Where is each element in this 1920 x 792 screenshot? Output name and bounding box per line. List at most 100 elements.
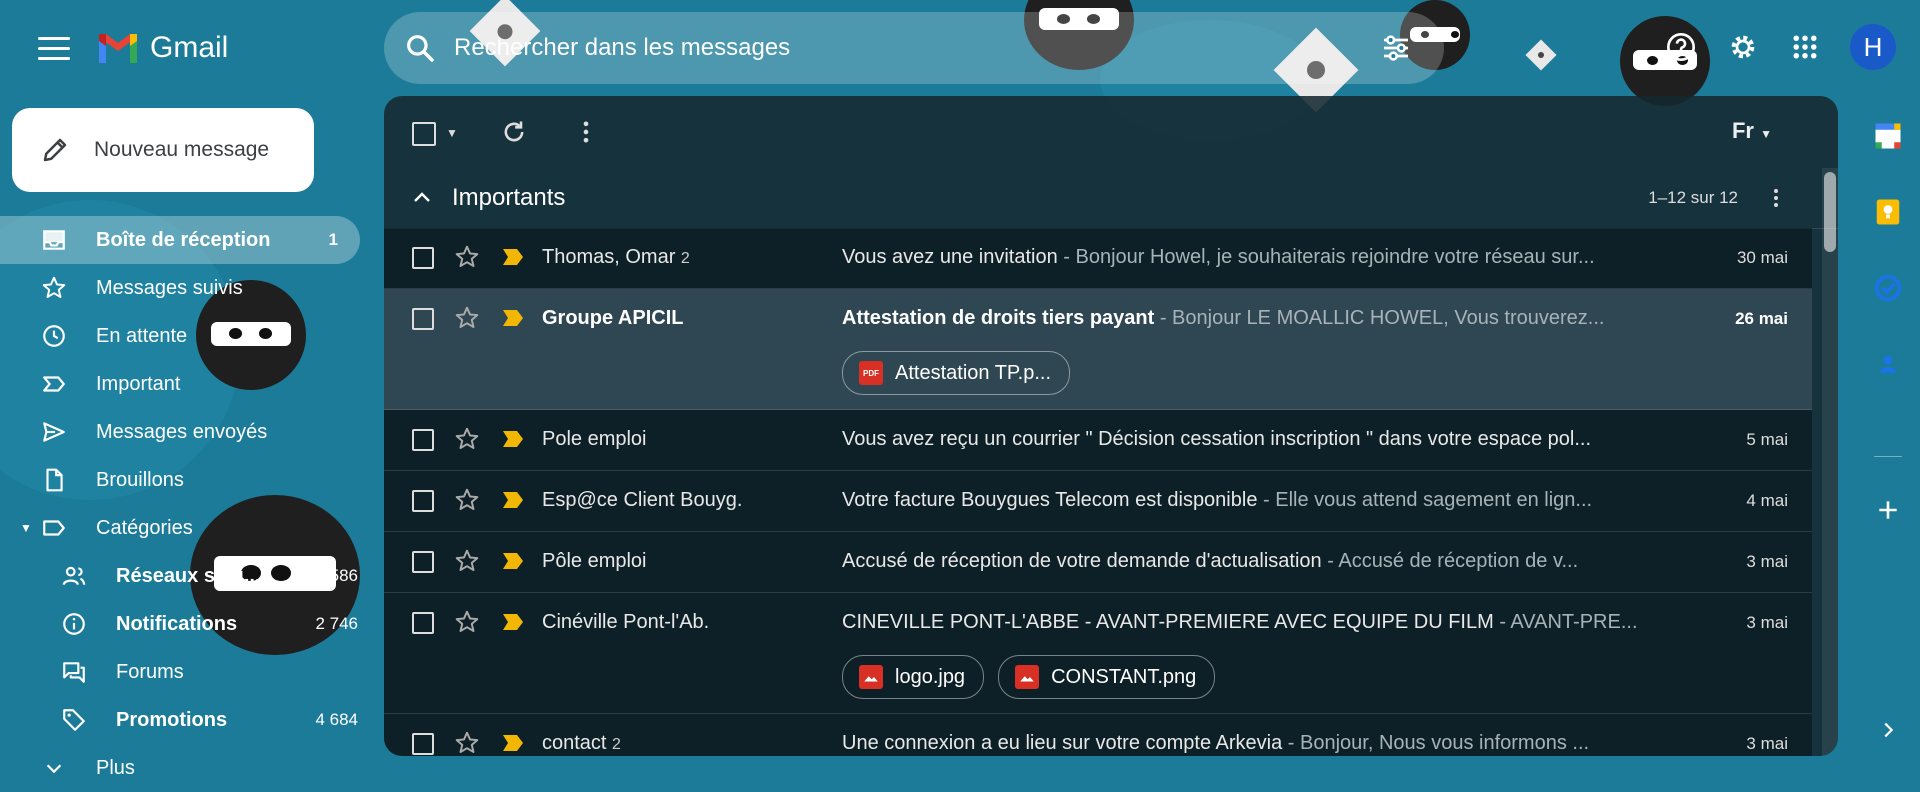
collapse-caret-icon[interactable]: ▼: [20, 521, 32, 535]
chevron-up-icon[interactable]: [410, 186, 434, 210]
importance-marker-icon[interactable]: [502, 491, 524, 509]
subject-line: Vous avez reçu un courrier " Décision ce…: [842, 428, 1642, 451]
sidebar-item-label: Notifications: [116, 612, 238, 635]
more-vert-icon[interactable]: [1764, 186, 1788, 210]
importance-marker-icon[interactable]: [502, 734, 524, 752]
importance-marker-icon[interactable]: [502, 248, 524, 266]
row-checkbox[interactable]: [412, 308, 434, 330]
email-subject: Attestation de droits tiers payant: [842, 307, 1155, 329]
contacts-app-button[interactable]: [1866, 342, 1910, 386]
input-tools-button[interactable]: Fr ▼: [1732, 118, 1772, 144]
row-checkbox[interactable]: [412, 733, 434, 755]
email-row[interactable]: Pôle emploi Accusé de réception de votre…: [384, 532, 1812, 593]
side-panel-rail: [1856, 96, 1920, 780]
row-checkbox[interactable]: [412, 551, 434, 573]
sidebar-item-drafts[interactable]: Brouillons: [0, 456, 380, 504]
people-icon: [60, 562, 88, 590]
star-icon[interactable]: [454, 609, 480, 635]
importance-marker-icon[interactable]: [502, 613, 524, 631]
sidebar-item-more[interactable]: Plus: [0, 744, 380, 792]
importance-marker-icon[interactable]: [502, 430, 524, 448]
sidebar-item-label: Forums: [116, 660, 184, 683]
row-checkbox[interactable]: [412, 490, 434, 512]
row-checkbox[interactable]: [412, 429, 434, 451]
importance-marker-icon[interactable]: [502, 309, 524, 327]
email-row[interactable]: Thomas, Omar 2 Vous avez une invitation …: [384, 228, 1812, 289]
email-row[interactable]: Groupe APICIL Attestation de droits tier…: [384, 289, 1812, 410]
attachment-chip[interactable]: CONSTANT.png: [998, 655, 1216, 699]
scrollbar-thumb[interactable]: [1824, 172, 1836, 252]
row-checkbox[interactable]: [412, 247, 434, 269]
more-vert-icon[interactable]: [572, 118, 600, 146]
search-icon[interactable]: [404, 32, 436, 64]
show-side-panel-button[interactable]: [1866, 708, 1910, 752]
subject-line: Votre facture Bouygues Telecom est dispo…: [842, 489, 1642, 512]
email-row[interactable]: Esp@ce Client Bouyg. Votre facture Bouyg…: [384, 471, 1812, 532]
email-snippet: - Elle vous attend sagement en lign...: [1257, 489, 1593, 511]
thread-count: 2: [680, 250, 690, 267]
sidebar-item-label: En attente: [96, 324, 188, 347]
star-icon[interactable]: [454, 244, 480, 270]
sidebar-item-label: Messages envoyés: [96, 420, 268, 443]
sidebar-item-starred[interactable]: Messages suivis: [0, 264, 380, 312]
email-snippet: - Bonjour Howel, je souhaiterais rejoind…: [1057, 246, 1595, 268]
star-icon[interactable]: [454, 487, 480, 513]
info-icon: [60, 610, 88, 638]
sidebar-item-label: Messages suivis: [96, 276, 243, 299]
sidebar-item-forums[interactable]: Forums: [0, 648, 380, 696]
search-input[interactable]: [452, 33, 1380, 63]
email-snippet: - Bonjour LE MOALLIC HOWEL, Vous trouver…: [1154, 307, 1605, 329]
attachment-chip[interactable]: PDF Attestation TP.p...: [842, 351, 1071, 395]
select-all-checkbox[interactable]: [412, 122, 436, 146]
plus-icon: [1879, 501, 1897, 519]
support-button[interactable]: [1664, 30, 1698, 64]
sidebar-item-important[interactable]: Important: [0, 360, 380, 408]
refresh-icon[interactable]: [500, 118, 528, 146]
calendar-app-button[interactable]: [1866, 114, 1910, 158]
sidebar-item-categories[interactable]: ▼ Catégories: [0, 504, 380, 552]
select-menu-caret-icon[interactable]: ▼: [446, 126, 458, 140]
star-icon[interactable]: [454, 305, 480, 331]
search-bar[interactable]: [384, 12, 1444, 84]
attachment-chip[interactable]: logo.jpg: [842, 655, 985, 699]
importance-marker-icon[interactable]: [502, 552, 524, 570]
image-file-icon: [1015, 665, 1040, 689]
row-checkbox[interactable]: [412, 612, 434, 634]
attachment-list: logo.jpg CONSTANT.png: [842, 655, 1216, 699]
star-icon[interactable]: [454, 730, 480, 756]
account-avatar[interactable]: H: [1850, 24, 1896, 70]
list-scrollbar[interactable]: [1822, 168, 1838, 756]
keep-app-button[interactable]: [1866, 190, 1910, 234]
email-row[interactable]: Cinéville Pont-l'Ab. CINEVILLE PONT-L'AB…: [384, 593, 1812, 714]
apps-button[interactable]: [1788, 30, 1822, 64]
email-row[interactable]: Pole emploi Vous avez reçu un courrier "…: [384, 410, 1812, 471]
tasks-app-button[interactable]: [1866, 266, 1910, 310]
forum-icon: [60, 658, 88, 686]
sidebar-item-notifications[interactable]: Notifications 2 746: [0, 600, 380, 648]
settings-button[interactable]: [1726, 30, 1760, 64]
email-snippet: - Accusé de réception de v...: [1321, 550, 1579, 572]
sender-text: Cinéville Pont-l'Ab.: [542, 611, 710, 633]
sidebar-item-promotions[interactable]: Promotions 4 684: [0, 696, 380, 744]
rail-divider: [1874, 456, 1902, 457]
attachment-name: CONSTANT.png: [1051, 665, 1197, 688]
search-filters-icon[interactable]: [1380, 32, 1412, 64]
star-icon[interactable]: [454, 548, 480, 574]
compose-button[interactable]: Nouveau message: [12, 108, 314, 192]
add-addon-button[interactable]: [1866, 488, 1910, 532]
email-row[interactable]: contact 2 Une connexion a eu lieu sur vo…: [384, 714, 1812, 756]
email-subject: CINEVILLE PONT-L'ABBE - AVANT-PREMIERE A…: [842, 611, 1494, 633]
star-icon[interactable]: [454, 426, 480, 452]
main-menu-button[interactable]: [34, 30, 74, 66]
sidebar-item-inbox[interactable]: Boîte de réception 1: [0, 216, 360, 264]
attachment-name: Attestation TP.p...: [895, 361, 1052, 384]
sidebar-item-social[interactable]: Réseaux soci... 5 586: [0, 552, 380, 600]
email-date: 3 mai: [1746, 734, 1788, 753]
sidebar-nav: Boîte de réception 1 Messages suivis En …: [0, 216, 380, 792]
email-snippet: - AVANT-PRE...: [1493, 611, 1638, 633]
sidebar-item-snoozed[interactable]: En attente: [0, 312, 380, 360]
attachment-name: logo.jpg: [895, 665, 966, 688]
sidebar-item-sent[interactable]: Messages envoyés: [0, 408, 380, 456]
sidebar-item-label: Brouillons: [96, 468, 184, 491]
gmail-logo[interactable]: Gmail: [96, 30, 228, 66]
